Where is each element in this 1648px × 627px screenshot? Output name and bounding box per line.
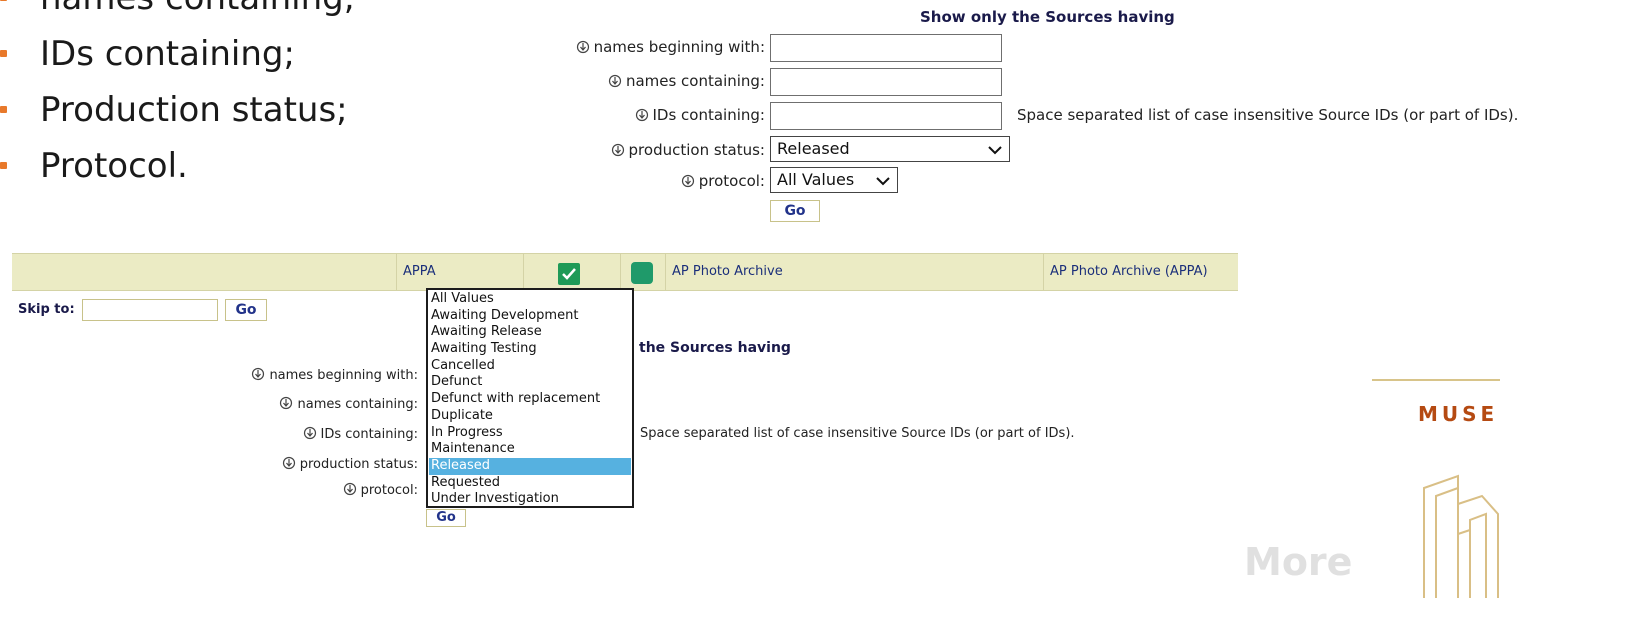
ids-help-text: Space separated list of case insensitive… — [640, 426, 1075, 441]
production-status-value: Released — [777, 139, 850, 158]
ids-help-text: Space separated list of case insensitive… — [1017, 106, 1519, 124]
ids-containing-label: IDs containing: — [635, 106, 765, 124]
chevron-down-icon — [875, 173, 891, 187]
filter-header: Show only the Sources having — [920, 8, 1175, 26]
bullet-text: Protocol. — [40, 146, 188, 186]
production-status-dropdown-list[interactable]: All Values Awaiting Development Awaiting… — [426, 288, 634, 508]
more-watermark: More — [1244, 540, 1353, 584]
skip-go-button[interactable]: Go — [225, 299, 267, 321]
bullet-dot-icon — [0, 162, 7, 169]
muse-logo-text: MUSE — [1418, 402, 1499, 426]
dropdown-option[interactable]: Duplicate — [429, 408, 631, 425]
names-beginning-label: names beginning with: — [251, 367, 418, 383]
dropdown-option-selected[interactable]: Released — [429, 457, 631, 475]
info-icon[interactable] — [343, 482, 357, 496]
names-containing-input[interactable] — [770, 68, 1002, 96]
source-code-cell[interactable]: APPA — [396, 254, 524, 290]
bullet-text: Production status; — [40, 90, 348, 130]
status-square-icon — [631, 262, 653, 284]
info-icon[interactable] — [279, 396, 293, 410]
info-icon[interactable] — [576, 40, 590, 54]
table-row[interactable]: APPA AP Photo Archive AP Photo Archive (… — [12, 253, 1238, 291]
production-status-select[interactable]: Released — [770, 136, 1010, 162]
info-icon[interactable] — [635, 108, 649, 122]
names-beginning-input[interactable] — [770, 34, 1002, 62]
dropdown-option[interactable]: Awaiting Testing — [429, 341, 631, 358]
filter-header-partial: the Sources having — [639, 340, 791, 356]
checkbox-checked-icon[interactable] — [558, 263, 580, 285]
dropdown-option[interactable]: All Values — [429, 291, 631, 308]
skip-to-input[interactable] — [82, 299, 218, 321]
building-logo-icon — [1420, 474, 1502, 604]
info-icon[interactable] — [681, 174, 695, 188]
bullet-dot-icon — [0, 0, 7, 1]
ids-containing-input[interactable] — [770, 102, 1002, 130]
bullet-text: names containing; — [40, 0, 355, 18]
info-icon[interactable] — [251, 367, 265, 381]
dropdown-option[interactable]: Defunct — [429, 374, 631, 391]
protocol-value: All Values — [777, 170, 855, 189]
bullet-dot-icon — [0, 106, 7, 113]
info-icon[interactable] — [303, 426, 317, 440]
skip-to-label: Skip to: — [18, 302, 75, 317]
names-containing-label: names containing: — [608, 72, 765, 90]
protocol-label: protocol: — [343, 482, 418, 498]
dropdown-option[interactable]: Under Investigation — [429, 491, 631, 508]
dropdown-option[interactable]: Cancelled — [429, 358, 631, 375]
info-icon[interactable] — [282, 456, 296, 470]
protocol-label: protocol: — [681, 172, 765, 190]
protocol-select[interactable]: All Values — [770, 167, 898, 193]
top-go-button[interactable]: Go — [770, 200, 820, 222]
chevron-down-icon — [987, 142, 1003, 156]
info-icon[interactable] — [608, 74, 622, 88]
bottom-go-button[interactable]: Go — [426, 509, 466, 527]
ids-containing-label: IDs containing: — [303, 426, 418, 442]
decorative-divider — [1372, 379, 1500, 381]
bullet-text: IDs containing; — [40, 34, 295, 74]
production-status-label: production status: — [282, 456, 418, 472]
names-beginning-label: names beginning with: — [576, 38, 765, 56]
dropdown-option[interactable]: Awaiting Development — [429, 308, 631, 325]
source-full-name-cell[interactable]: AP Photo Archive (APPA) — [1043, 254, 1238, 290]
dropdown-option[interactable]: Requested — [429, 475, 631, 492]
dropdown-option[interactable]: In Progress — [429, 425, 631, 442]
source-name-cell[interactable]: AP Photo Archive — [665, 254, 1043, 290]
info-icon[interactable] — [611, 143, 625, 157]
dropdown-option[interactable]: Defunct with replacement — [429, 391, 631, 408]
production-status-label: production status: — [611, 141, 765, 159]
bullet-dot-icon — [0, 50, 7, 57]
names-containing-label: names containing: — [279, 396, 418, 412]
dropdown-option[interactable]: Maintenance — [429, 441, 631, 458]
dropdown-option[interactable]: Awaiting Release — [429, 324, 631, 341]
